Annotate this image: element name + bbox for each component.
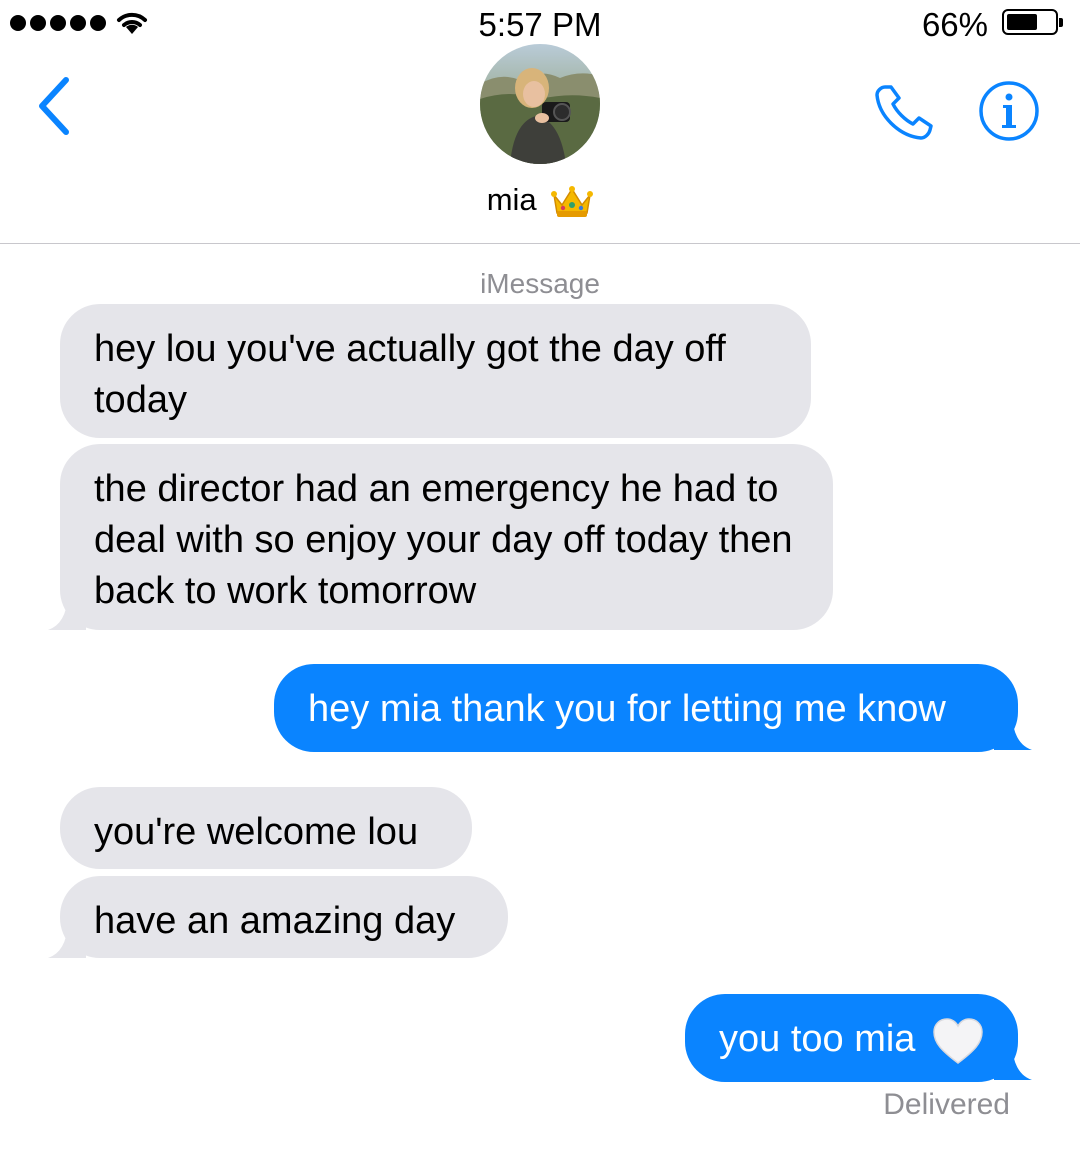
message-bubble-outgoing[interactable]: hey mia thank you for letting me know bbox=[274, 664, 1018, 752]
battery-icon bbox=[1002, 9, 1063, 35]
message-bubble-incoming[interactable]: have an amazing day bbox=[60, 876, 508, 958]
status-time: 5:57 PM bbox=[478, 6, 602, 43]
chevron-left-icon[interactable] bbox=[34, 76, 74, 136]
delivery-status: Delivered bbox=[883, 1088, 1010, 1121]
info-icon[interactable] bbox=[978, 80, 1040, 142]
status-bar: 5:57 PM 66% bbox=[0, 0, 1080, 48]
message-text: the director had an emergency he had to … bbox=[94, 468, 793, 612]
message-text: have an amazing day bbox=[94, 900, 456, 942]
message-bubble-outgoing[interactable]: you too mia bbox=[685, 994, 1018, 1082]
message-bubble-incoming[interactable]: the director had an emergency he had to … bbox=[60, 444, 833, 630]
bubble-tail bbox=[48, 596, 86, 630]
message-text: hey mia thank you for letting me know bbox=[308, 688, 946, 730]
battery-level bbox=[1007, 14, 1037, 30]
message-text: you too mia bbox=[719, 1018, 916, 1060]
contact-name-text: mia bbox=[486, 182, 537, 217]
crown-emoji-icon bbox=[551, 185, 594, 217]
service-label: iMessage bbox=[480, 268, 600, 299]
bubble-tail bbox=[994, 716, 1032, 750]
header-divider bbox=[0, 243, 1080, 244]
message-bubble-incoming[interactable]: you're welcome lou bbox=[60, 787, 472, 869]
avatar[interactable] bbox=[480, 44, 600, 164]
phone-icon[interactable] bbox=[873, 84, 935, 142]
message-bubble-incoming[interactable]: hey lou you've actually got the day off … bbox=[60, 304, 811, 438]
bubble-tail bbox=[48, 924, 86, 958]
message-text: hey lou you've actually got the day off … bbox=[94, 328, 726, 421]
bubble-tail bbox=[994, 1046, 1032, 1080]
message-text: you're welcome lou bbox=[94, 811, 419, 853]
white-heart-emoji-icon bbox=[933, 1018, 983, 1064]
battery-percentage: 66% bbox=[921, 6, 988, 43]
contact-name[interactable]: mia bbox=[0, 182, 1080, 219]
